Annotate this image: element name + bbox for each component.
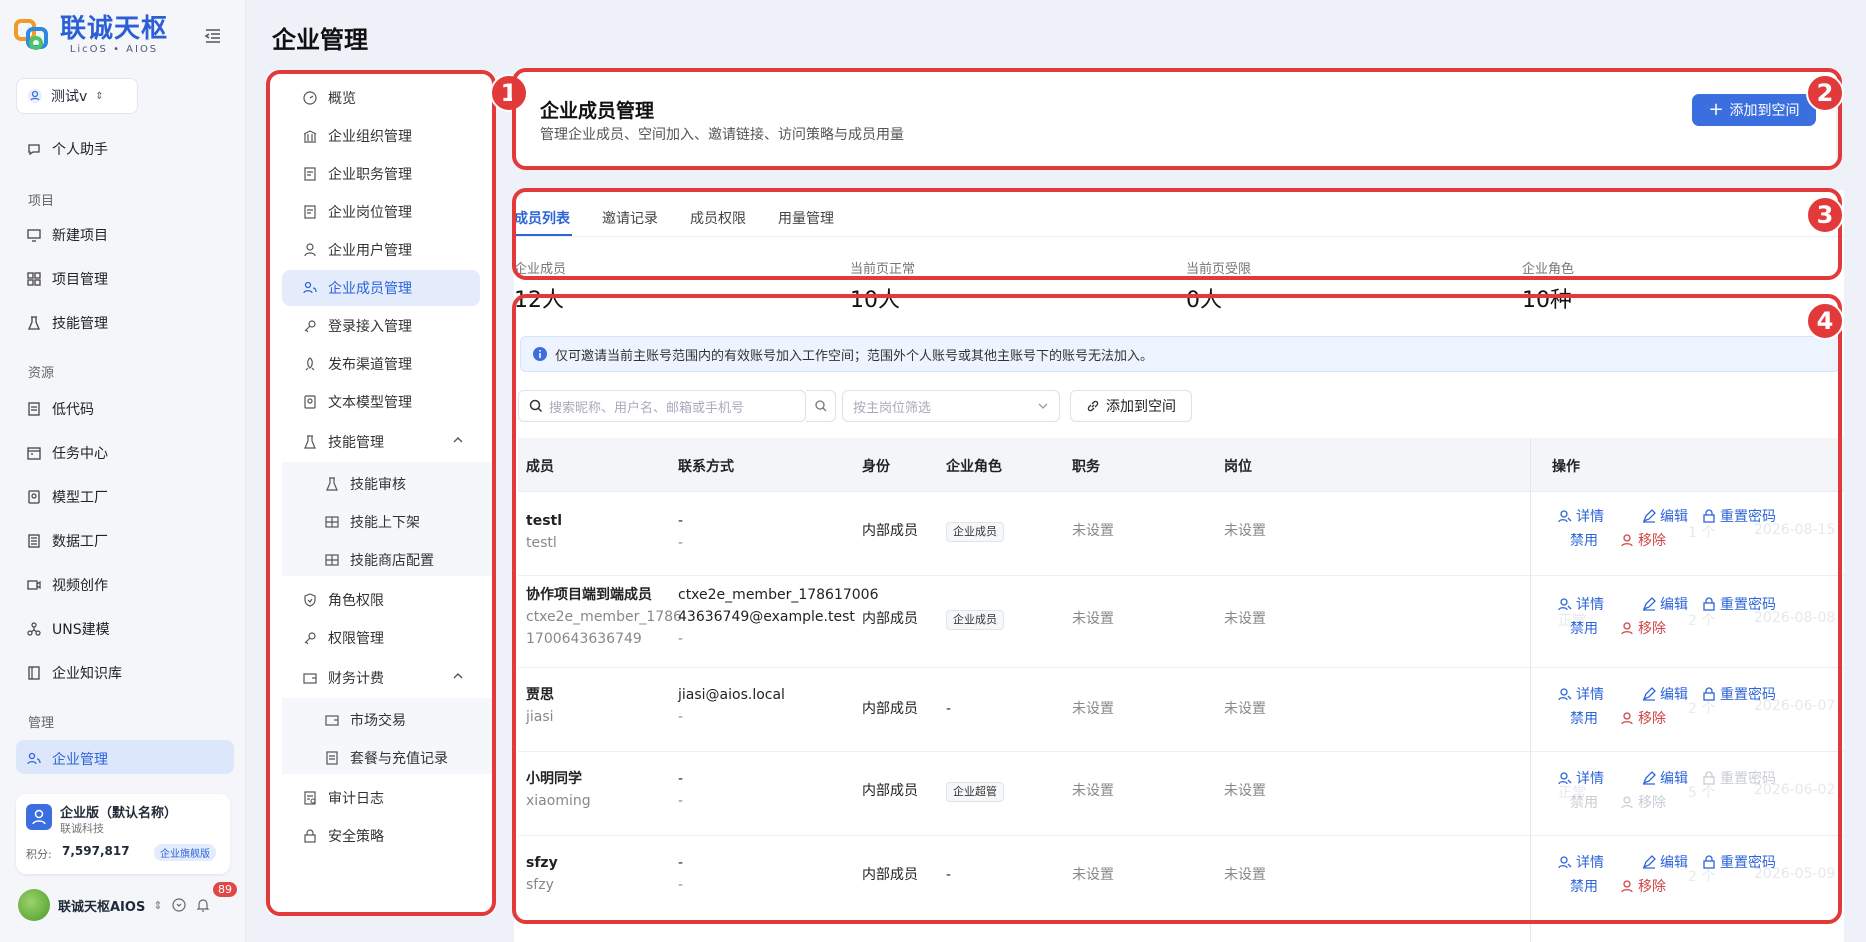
annotation-box-2 bbox=[512, 68, 1842, 170]
sidebar-item-label: UNS建模 bbox=[52, 622, 110, 638]
logo-mark-icon bbox=[14, 15, 54, 55]
points-label: 积分: bbox=[26, 848, 52, 861]
sidebar-item-label: 项目管理 bbox=[52, 272, 108, 288]
sidebar-item-label: 技能管理 bbox=[52, 316, 108, 332]
annotation-badge-3: 3 bbox=[1806, 196, 1844, 234]
workspace-name: 测试v bbox=[51, 89, 88, 105]
sidebar-item-label: 模型工厂 bbox=[52, 490, 108, 506]
database-icon bbox=[26, 533, 42, 549]
sidebar-item-label: 数据工厂 bbox=[52, 534, 108, 550]
collapse-sidebar-icon[interactable] bbox=[204, 28, 222, 44]
sidebar-item-new-project[interactable]: 新建项目 bbox=[26, 222, 108, 248]
user-name: 联诚天枢AIOS bbox=[58, 899, 146, 915]
sidebar-item-data-factory[interactable]: 数据工厂 bbox=[26, 528, 108, 554]
monitor-icon bbox=[26, 227, 42, 243]
annotation-box-1 bbox=[266, 70, 496, 916]
sidebar-item-label: 任务中心 bbox=[52, 446, 108, 462]
users-icon bbox=[26, 751, 42, 767]
updown-icon: ⇕ bbox=[95, 90, 104, 102]
sidebar-item-label: 新建项目 bbox=[52, 228, 108, 244]
workspace-switcher[interactable]: 测试v ⇕ bbox=[16, 78, 138, 114]
bell-icon[interactable] bbox=[195, 897, 211, 913]
updown-icon[interactable]: ⇕ bbox=[153, 899, 162, 912]
points-value: 7,597,817 bbox=[62, 844, 130, 858]
sidebar-item-model-factory[interactable]: 模型工厂 bbox=[26, 484, 108, 510]
enterprise-logo-icon bbox=[26, 804, 52, 830]
sidebar-section-project: 项目 bbox=[28, 194, 55, 209]
avatar bbox=[18, 889, 50, 921]
enterprise-company: 联诚科技 bbox=[60, 822, 104, 835]
sidebar-item-uns[interactable]: UNS建模 bbox=[26, 616, 110, 642]
app-sidebar: 联诚天枢 LicOS • AIOS 测试v ⇕ 个人助手 项目 新建项目 项目管… bbox=[0, 0, 246, 942]
grid-icon bbox=[26, 271, 42, 287]
sidebar-item-skill-management[interactable]: 技能管理 bbox=[26, 310, 108, 336]
sidebar-item-label: 个人助手 bbox=[52, 142, 108, 158]
sidebar-item-project-management[interactable]: 项目管理 bbox=[26, 266, 108, 292]
sidebar-item-enterprise[interactable]: 企业管理 bbox=[26, 746, 108, 772]
sidebar-item-task-center[interactable]: 任务中心 bbox=[26, 440, 108, 466]
network-icon bbox=[26, 621, 42, 637]
document-icon bbox=[26, 401, 42, 417]
edition-badge: 企业旗舰版 bbox=[154, 844, 216, 861]
enterprise-card[interactable]: 企业版（默认名称） 联诚科技 积分: 7,597,817 企业旗舰版 bbox=[16, 794, 230, 874]
sidebar-item-lowcode[interactable]: 低代码 bbox=[26, 396, 94, 422]
sidebar-item-assistant[interactable]: 个人助手 bbox=[26, 136, 108, 162]
user-menu[interactable]: 联诚天枢AIOS ⇕ bbox=[18, 888, 238, 922]
cube-icon bbox=[26, 489, 42, 505]
sidebar-section-resource: 资源 bbox=[28, 366, 55, 381]
help-icon[interactable] bbox=[171, 897, 187, 913]
book-icon bbox=[26, 665, 42, 681]
sidebar-item-label: 企业管理 bbox=[52, 752, 108, 768]
workspace-icon bbox=[27, 88, 43, 104]
annotation-badge-4: 4 bbox=[1806, 302, 1844, 340]
sidebar-item-video[interactable]: 视频创作 bbox=[26, 572, 108, 598]
sidebar-item-knowledge-base[interactable]: 企业知识库 bbox=[26, 660, 122, 686]
logo-title: 联诚天枢 bbox=[60, 14, 169, 44]
enterprise-name: 企业版（默认名称） bbox=[60, 806, 178, 821]
annotation-box-3 bbox=[512, 188, 1842, 280]
annotation-box-4 bbox=[512, 294, 1842, 924]
sidebar-item-label: 企业知识库 bbox=[52, 666, 122, 682]
app-logo[interactable]: 联诚天枢 LicOS • AIOS bbox=[14, 14, 168, 55]
annotation-badge-2: 2 bbox=[1806, 74, 1844, 112]
chat-icon bbox=[26, 141, 42, 157]
video-icon bbox=[26, 577, 42, 593]
calendar-icon bbox=[26, 445, 42, 461]
sidebar-section-manage: 管理 bbox=[28, 716, 55, 731]
logo-subtitle: LicOS • AIOS bbox=[69, 44, 159, 55]
page-title: 企业管理 bbox=[272, 26, 368, 54]
flask-icon bbox=[26, 315, 42, 331]
sidebar-item-label: 视频创作 bbox=[52, 578, 108, 594]
notification-badge: 89 bbox=[213, 882, 237, 897]
sidebar-item-label: 低代码 bbox=[52, 402, 94, 418]
